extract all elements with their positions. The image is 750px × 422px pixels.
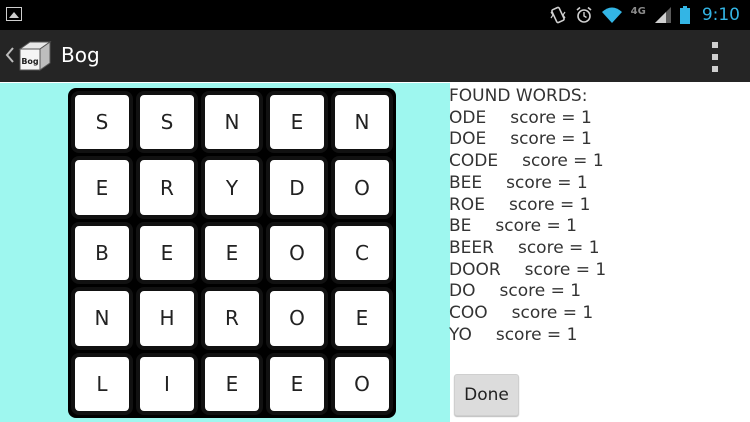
vibrate-icon [549,6,567,24]
found-word: COO [449,303,488,324]
found-word: ROE [449,194,485,215]
found-word-row: DO score = 1 [449,281,749,303]
found-word-row: DOOR score = 1 [449,260,749,282]
word-score: score = 1 [510,129,592,150]
app-icon-label: Bog [21,57,39,66]
found-word: BE [449,216,472,237]
battery-icon [679,6,690,24]
found-word: BEE [449,172,483,193]
word-score: score = 1 [499,281,582,302]
word-score: score = 1 [506,172,588,193]
found-word: BEER [449,237,494,258]
letter-tile[interactable]: E [266,352,328,415]
letter-grid: SSNENERYDOBEEOCNHROELIEEO [68,88,396,418]
signal-icon [654,6,672,24]
app-icon[interactable]: Bog [16,39,54,73]
letter-tile[interactable]: S [136,91,198,154]
found-word: DO [449,281,476,302]
wifi-icon [601,6,623,24]
found-word-row: ROE score = 1 [449,195,749,217]
up-caret-icon[interactable] [5,47,14,63]
action-bar: Bog Bog [0,30,750,82]
found-word-row: BEE score = 1 [449,173,749,195]
found-word: DOOR [449,259,501,280]
done-button[interactable]: Done [454,374,519,416]
status-icons: 4G 9:10 [549,0,740,30]
letter-tile[interactable]: N [201,91,263,154]
found-word-row: ODE score = 1 [449,108,749,130]
clock: 9:10 [701,5,740,25]
letter-tile[interactable]: C [331,221,393,285]
found-words-panel: FOUND WORDS: ODE score = 1 DOE score = 1 COD… [449,86,749,346]
found-word-row: BEER score = 1 [449,238,749,260]
found-word: ODE [449,107,487,128]
letter-tile[interactable]: E [331,287,393,350]
word-score: score = 1 [511,303,594,324]
alarm-icon [575,6,593,24]
letter-tile[interactable]: N [331,91,393,154]
letter-tile[interactable]: E [71,156,133,219]
letter-tile[interactable]: S [71,91,133,154]
found-word-row: BE score = 1 [449,216,749,238]
found-word: CODE [449,151,499,172]
letter-tile[interactable]: D [266,156,328,219]
letter-tile[interactable]: E [201,352,263,415]
found-word: YO [449,324,472,345]
found-word-row: DOE score = 1 [449,129,749,151]
letter-tile[interactable]: Y [201,156,263,219]
letter-tile[interactable]: O [331,352,393,415]
found-words-heading: FOUND WORDS: [449,86,588,106]
word-score: score = 1 [517,237,600,258]
found-word-row: YO score = 1 [449,325,749,347]
word-score: score = 1 [495,216,577,237]
word-score: score = 1 [524,259,607,280]
letter-tile[interactable]: O [266,221,328,285]
app-title: Bog [61,43,100,67]
word-score: score = 1 [495,324,578,345]
letter-tile[interactable]: O [331,156,393,219]
letter-tile[interactable]: L [71,352,133,415]
letter-tile[interactable]: E [266,91,328,154]
found-word: DOE [449,129,487,150]
letter-tile[interactable]: N [71,287,133,350]
found-word-row: CODE score = 1 [449,151,749,173]
word-score: score = 1 [522,151,604,172]
found-words-list: ODE score = 1 DOE score = 1 CODE score = 1 BEE… [449,108,749,347]
found-word-row: COO score = 1 [449,303,749,325]
word-score: score = 1 [510,107,592,128]
letter-tile[interactable]: B [71,221,133,285]
overflow-menu-icon[interactable] [710,42,720,72]
letter-tile[interactable]: H [136,287,198,350]
gallery-icon [6,7,22,21]
word-score: score = 1 [508,194,591,215]
letter-tile[interactable]: R [136,156,198,219]
letter-tile[interactable]: R [201,287,263,350]
letter-tile[interactable]: O [266,287,328,350]
status-bar: 4G 9:10 [0,0,750,30]
network-type: 4G [630,5,646,17]
letter-tile[interactable]: I [136,352,198,415]
letter-tile[interactable]: E [136,221,198,285]
letter-tile[interactable]: E [201,221,263,285]
